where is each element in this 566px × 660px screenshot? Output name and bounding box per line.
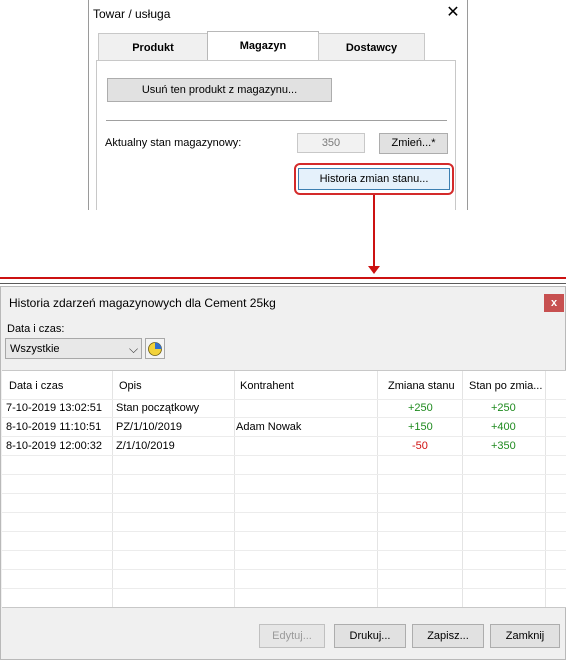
history-window: Historia zdarzeń magazynowych dla Cement… — [0, 286, 566, 660]
connector-line — [373, 195, 375, 268]
column-header-date[interactable]: Data i czas — [9, 380, 63, 392]
edit-button[interactable]: Edytuj... — [259, 624, 325, 648]
stock-value-field: 350 — [297, 133, 365, 153]
red-separator — [0, 277, 566, 279]
tab-dostawcy[interactable]: Dostawcy — [318, 33, 425, 60]
close-button[interactable]: x — [544, 294, 564, 312]
column-divider — [462, 371, 463, 607]
table-row-change: -50 — [412, 440, 428, 452]
table-row-description: Stan początkowy — [116, 402, 200, 414]
table-row-stock-after: +350 — [491, 440, 516, 452]
table-row-date[interactable]: 8-10-2019 12:00:32 — [6, 440, 102, 452]
history-table: Data i czas Opis Kontrahent Zmiana stanu… — [2, 370, 566, 608]
column-divider — [234, 371, 235, 607]
pie-chart-icon[interactable] — [145, 338, 165, 359]
divider — [106, 120, 447, 121]
print-button[interactable]: Drukuj... — [334, 624, 406, 648]
table-row-stock-after: +250 — [491, 402, 516, 414]
filter-value: Wszystkie — [10, 343, 60, 355]
tab-magazyn[interactable]: Magazyn — [207, 31, 319, 61]
close-window-button[interactable]: Zamknij — [490, 624, 560, 648]
product-dialog: Towar / usługa ✕ Produkt Magazyn Dostawc… — [88, 0, 468, 210]
column-divider — [377, 371, 378, 607]
table-row-date[interactable]: 8-10-2019 11:10:51 — [6, 421, 101, 433]
stock-label: Aktualny stan magazynowy: — [105, 137, 242, 149]
table-row-date[interactable]: 7-10-2019 13:02:51 — [6, 402, 102, 414]
table-row-change: +150 — [408, 421, 433, 433]
change-stock-button[interactable]: Zmień...* — [379, 133, 448, 154]
table-row-description: PZ/1/10/2019 — [116, 421, 183, 433]
dialog-title: Towar / usługa — [93, 7, 171, 21]
arrow-down-icon — [368, 266, 380, 274]
remove-from-stock-button[interactable]: Usuń ten produkt z magazynu... — [107, 78, 332, 102]
window-title: Historia zdarzeń magazynowych dla Cement… — [9, 296, 276, 310]
table-row-contractor: Adam Nowak — [236, 421, 302, 433]
column-header-contractor[interactable]: Kontrahent — [240, 380, 294, 392]
close-icon[interactable]: ✕ — [443, 3, 463, 23]
table-row-description: Z/1/10/2019 — [116, 440, 175, 452]
tab-produkt[interactable]: Produkt — [98, 33, 208, 60]
column-divider — [545, 371, 546, 607]
column-header-stock-after[interactable]: Stan po zmia... — [469, 380, 542, 392]
column-divider — [112, 371, 113, 607]
column-header-description[interactable]: Opis — [119, 380, 142, 392]
table-row-stock-after: +400 — [491, 421, 516, 433]
stock-history-button[interactable]: Historia zmian stanu... — [298, 168, 450, 190]
table-row-change: +250 — [408, 402, 433, 414]
separator — [0, 283, 566, 284]
filter-label: Data i czas: — [7, 323, 65, 335]
date-filter-select[interactable]: Wszystkie ⌵ — [5, 338, 142, 359]
column-header-change[interactable]: Zmiana stanu — [388, 380, 455, 392]
chevron-down-icon: ⌵ — [129, 342, 139, 356]
save-button[interactable]: Zapisz... — [412, 624, 484, 648]
